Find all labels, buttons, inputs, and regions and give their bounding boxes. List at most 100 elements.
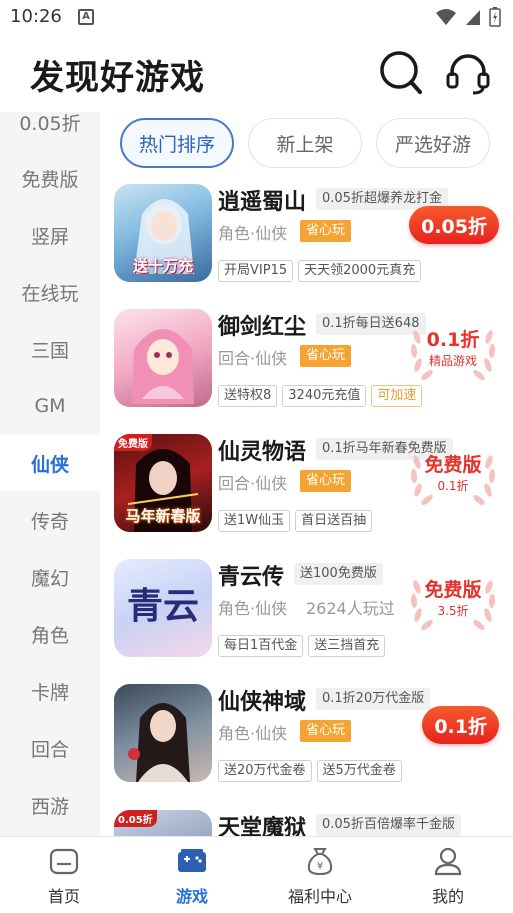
- sidebar-item-legend[interactable]: 传奇: [0, 492, 100, 548]
- money-bag-icon: ¥: [307, 848, 333, 876]
- sidebar-item-card[interactable]: 卡牌: [0, 663, 100, 719]
- page-title: 发现好游戏: [30, 58, 205, 98]
- sidebar-item-free[interactable]: 免费版: [0, 150, 100, 206]
- laurel-main: 免费版: [424, 579, 482, 601]
- game-category: 回合·仙侠: [218, 349, 288, 368]
- nav-label: 福利中心: [287, 887, 352, 906]
- game-list-panel: 热门排序 新上架 严选好游 送十万充 逍遥蜀山 0.05折超爆养龙打金 角色·仙…: [100, 112, 513, 836]
- laurel-badge: 免费版 0.1折: [407, 444, 499, 508]
- game-icon[interactable]: 青云: [114, 559, 212, 657]
- nav-welfare[interactable]: ¥ 福利中心: [256, 837, 384, 913]
- home-icon: [49, 848, 79, 875]
- sidebar-item-fantasy[interactable]: 魔幻: [0, 549, 100, 605]
- search-icon[interactable]: [378, 50, 424, 96]
- game-name: 青云传: [218, 565, 285, 590]
- game-icon-caption: 送十万充: [132, 257, 193, 275]
- nav-label: 游戏: [175, 887, 208, 906]
- promo-label: 0.1折20万代金版: [316, 688, 431, 710]
- nav-home[interactable]: 首页: [0, 837, 128, 913]
- tab-hot[interactable]: 热门排序: [120, 118, 234, 168]
- worry-free-badge: 省心玩: [300, 720, 352, 742]
- tab-selected[interactable]: 严选好游: [376, 118, 490, 168]
- game-tag: 送特权8: [218, 385, 278, 407]
- game-icon[interactable]: [114, 684, 212, 782]
- game-tag: 开局VIP15: [218, 260, 294, 282]
- game-name: 天堂魔狱: [218, 816, 307, 836]
- tag-list: 送特权8 3240元充值 可加速: [218, 385, 423, 407]
- game-icon[interactable]: [114, 309, 212, 407]
- wifi-icon: [436, 9, 456, 25]
- sidebar-item-online[interactable]: 在线玩: [0, 264, 100, 320]
- signal-icon: [466, 10, 480, 25]
- discount-badge: 0.1折: [422, 706, 499, 744]
- game-category: 回合·仙侠: [218, 474, 288, 493]
- laurel-badge: 免费版 3.5折: [407, 569, 499, 633]
- game-category: 角色·仙侠: [218, 599, 288, 618]
- header: 发现好游戏: [0, 36, 513, 112]
- a-icon: A: [78, 9, 94, 25]
- game-tag: 送三挡首充: [308, 635, 386, 657]
- game-item[interactable]: 0.05折 天堂魔狱 0.05折百倍爆率千金版: [100, 810, 513, 836]
- promo-label: 送100免费版: [294, 563, 383, 585]
- game-item[interactable]: 青云 青云传 送100免费版 角色·仙侠 2624人玩过 每日1百代金 送三挡首…: [100, 559, 513, 685]
- sidebar-item-portrait[interactable]: 竖屏: [0, 207, 100, 263]
- game-icon-caption: 青云: [126, 585, 199, 627]
- game-name: 仙侠神域: [218, 690, 307, 715]
- speedup-tag: 可加速: [371, 385, 423, 407]
- tag-list: 每日1百代金 送三挡首充: [218, 635, 386, 657]
- game-tag: 送20万代金卷: [218, 760, 312, 782]
- sidebar-item-xianxia[interactable]: 仙侠: [0, 435, 100, 491]
- worry-free-badge: 省心玩: [300, 345, 352, 367]
- game-tag: 3240元充值: [282, 385, 367, 407]
- game-name: 仙灵物语: [218, 440, 307, 465]
- svg-text:¥: ¥: [317, 861, 323, 872]
- game-tag: 每日1百代金: [218, 635, 304, 657]
- sidebar-item-journey-west[interactable]: 西游: [0, 777, 100, 833]
- game-tag: 送5万代金卷: [316, 760, 402, 782]
- bottom-nav: 首页 游戏 ¥ 福利中心 我的: [0, 836, 513, 912]
- game-icon[interactable]: 免费版 马年新春版: [114, 434, 212, 532]
- discount-badge: 0.05折: [409, 206, 499, 244]
- tag-list: 开局VIP15 天天领2000元真充: [218, 260, 422, 282]
- game-tag: 首日送百抽: [295, 510, 373, 532]
- game-icon-corner: 0.05折: [114, 810, 157, 827]
- laurel-main: 0.1折: [426, 329, 480, 351]
- worry-free-badge: 省心玩: [300, 470, 352, 492]
- sidebar-item-gm[interactable]: GM: [0, 378, 100, 434]
- game-icon-caption: 马年新春版: [125, 507, 201, 525]
- laurel-main: 免费版: [424, 454, 482, 476]
- game-item[interactable]: 御剑红尘 0.1折每日送648 回合·仙侠 省心玩 送特权8 3240元充值 可…: [100, 309, 513, 435]
- tag-list: 送1W仙玉 首日送百抽: [218, 510, 373, 532]
- game-name: 御剑红尘: [218, 315, 307, 340]
- tab-new[interactable]: 新上架: [248, 118, 362, 168]
- nav-label: 我的: [431, 887, 464, 906]
- nav-label: 首页: [47, 887, 80, 906]
- game-item[interactable]: 送十万充 逍遥蜀山 0.05折超爆养龙打金 角色·仙侠 省心玩 开局VIP15 …: [100, 184, 513, 310]
- game-name: 逍遥蜀山: [218, 190, 307, 215]
- laurel-sub: 0.1折: [437, 479, 469, 493]
- sidebar-item-turn-based[interactable]: 回合: [0, 720, 100, 776]
- headset-icon[interactable]: [445, 50, 491, 96]
- game-item[interactable]: 免费版 马年新春版 仙灵物语 0.1折马年新春免费版 回合·仙侠 省心玩 送1W…: [100, 434, 513, 560]
- nav-games[interactable]: 游戏: [128, 837, 256, 913]
- status-time: 10:26: [10, 6, 62, 27]
- category-sidebar[interactable]: 0.05折 免费版 竖屏 在线玩 三国 GM 仙侠 传奇 魔幻 角色 卡牌 回合…: [0, 112, 100, 836]
- nav-mine[interactable]: 我的: [384, 837, 512, 913]
- game-item[interactable]: 仙侠神域 0.1折20万代金版 角色·仙侠 省心玩 送20万代金卷 送5万代金卷…: [100, 684, 513, 810]
- laurel-sub: 3.5折: [437, 604, 469, 618]
- game-icon[interactable]: 送十万充: [114, 184, 212, 282]
- status-bar: 10:26 A: [0, 0, 513, 36]
- gamepad-icon: [178, 849, 206, 872]
- promo-label: 0.05折百倍爆率千金版: [316, 814, 461, 836]
- game-tag: 送1W仙玉: [218, 510, 291, 532]
- sort-tabs: 热门排序 新上架 严选好游: [100, 118, 513, 170]
- game-tag: 天天领2000元真充: [298, 260, 422, 282]
- players-count: 2624人玩过: [306, 599, 395, 618]
- sidebar-item-three-kingdoms[interactable]: 三国: [0, 321, 100, 377]
- sidebar-item-0.05[interactable]: 0.05折: [0, 112, 100, 150]
- sidebar-item-rpg[interactable]: 角色: [0, 606, 100, 662]
- game-icon[interactable]: 0.05折: [114, 810, 212, 836]
- game-category: 角色·仙侠: [218, 224, 288, 243]
- game-icon-corner: 免费版: [114, 434, 152, 451]
- tag-list: 送20万代金卷 送5万代金卷: [218, 760, 402, 782]
